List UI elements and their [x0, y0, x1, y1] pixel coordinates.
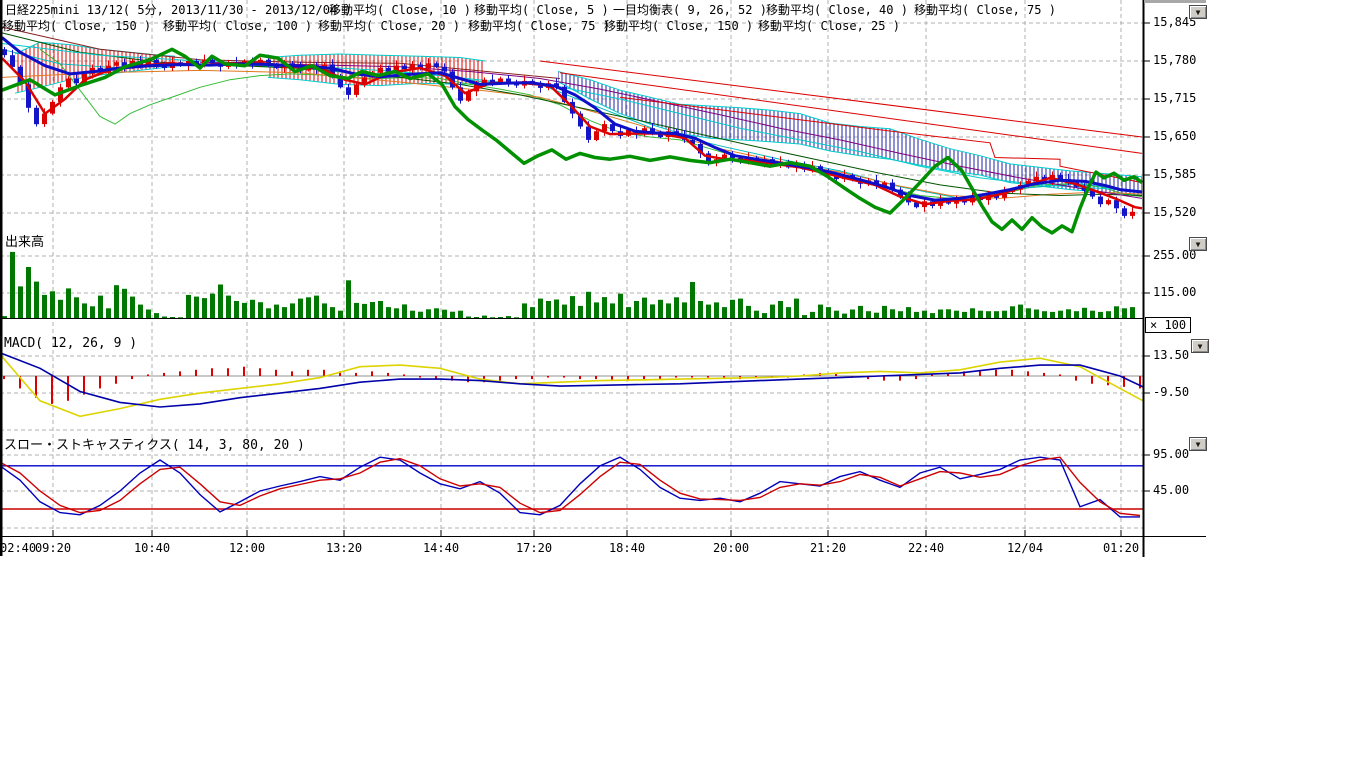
time-axis-label: 20:00	[713, 541, 749, 555]
time-axis-label: 09:20	[35, 541, 71, 555]
legend-item: 移動平均( Close, 40 )	[766, 4, 908, 17]
chart-window: 日経225mini 13/12( 5分, 2013/11/30 - 2013/1…	[0, 0, 1366, 768]
time-axis-label: 01:20	[1103, 541, 1139, 555]
price-axis-label: 15,780	[1153, 54, 1196, 67]
legend-item: 移動平均( Close, 150 )	[604, 20, 753, 33]
time-axis-label: 02:40	[0, 541, 36, 555]
time-axis-label: 13:20	[326, 541, 362, 555]
legend-item: 移動平均( Close, 25 )	[758, 20, 900, 33]
price-panel[interactable]	[2, 27, 1142, 233]
stochastics-panel[interactable]	[0, 457, 1143, 517]
time-axis-label: 12:00	[229, 541, 265, 555]
time-axis-label: 22:40	[908, 541, 944, 555]
price-axis-label: 15,520	[1153, 206, 1196, 219]
macd-axis-label: 13.50	[1153, 349, 1189, 362]
time-axis-label: 21:20	[810, 541, 846, 555]
time-axis-label: 12/04	[1007, 541, 1043, 555]
legend-item: 移動平均( Close, 150 )	[2, 20, 151, 33]
price-panel-dropdown-button[interactable]: ▼	[1189, 5, 1207, 19]
stochastics-panel-dropdown-button[interactable]: ▼	[1189, 437, 1207, 451]
price-axis-label: 15,715	[1153, 92, 1196, 105]
legend-item: 移動平均( Close, 75 )	[914, 4, 1056, 17]
legend-item: 移動平均( Close, 100 )	[163, 20, 312, 33]
price-axis-label: 15,650	[1153, 130, 1196, 143]
volume-panel[interactable]	[0, 252, 1143, 319]
time-axis-label: 17:20	[516, 541, 552, 555]
legend-item: 移動平均( Close, 10 )	[329, 4, 471, 17]
macd-axis-label: -9.50	[1153, 386, 1189, 399]
volume-axis-label: 115.00	[1153, 286, 1196, 299]
macd-panel[interactable]	[0, 353, 1143, 417]
legend-item: 一目均衡表( 9, 26, 52 )	[613, 4, 767, 17]
stochastics-panel-label: スロー・ストキャスティクス( 14, 3, 80, 20 )	[4, 439, 305, 453]
legend-item: 日経225mini 13/12( 5分, 2013/11/30 - 2013/1…	[5, 4, 352, 17]
legend-item: 移動平均( Close, 75 )	[468, 20, 610, 33]
volume-multiplier-badge: × 100	[1145, 317, 1191, 333]
volume-panel-label: 出来高	[5, 236, 44, 250]
time-axis-label: 10:40	[134, 541, 170, 555]
time-axis-label: 14:40	[423, 541, 459, 555]
macd-panel-label: MACD( 12, 26, 9 )	[4, 337, 137, 351]
price-axis-label: 15,585	[1153, 168, 1196, 181]
legend-item: 移動平均( Close, 20 )	[318, 20, 460, 33]
stoch-axis-label: 45.00	[1153, 484, 1189, 497]
chart-canvas[interactable]	[0, 0, 1366, 768]
legend-item: 移動平均( Close, 5 )	[474, 4, 609, 17]
macd-panel-dropdown-button[interactable]: ▼	[1191, 339, 1209, 353]
volume-panel-dropdown-button[interactable]: ▼	[1189, 237, 1207, 251]
stoch-axis-label: 95.00	[1153, 448, 1189, 461]
time-axis-label: 18:40	[609, 541, 645, 555]
